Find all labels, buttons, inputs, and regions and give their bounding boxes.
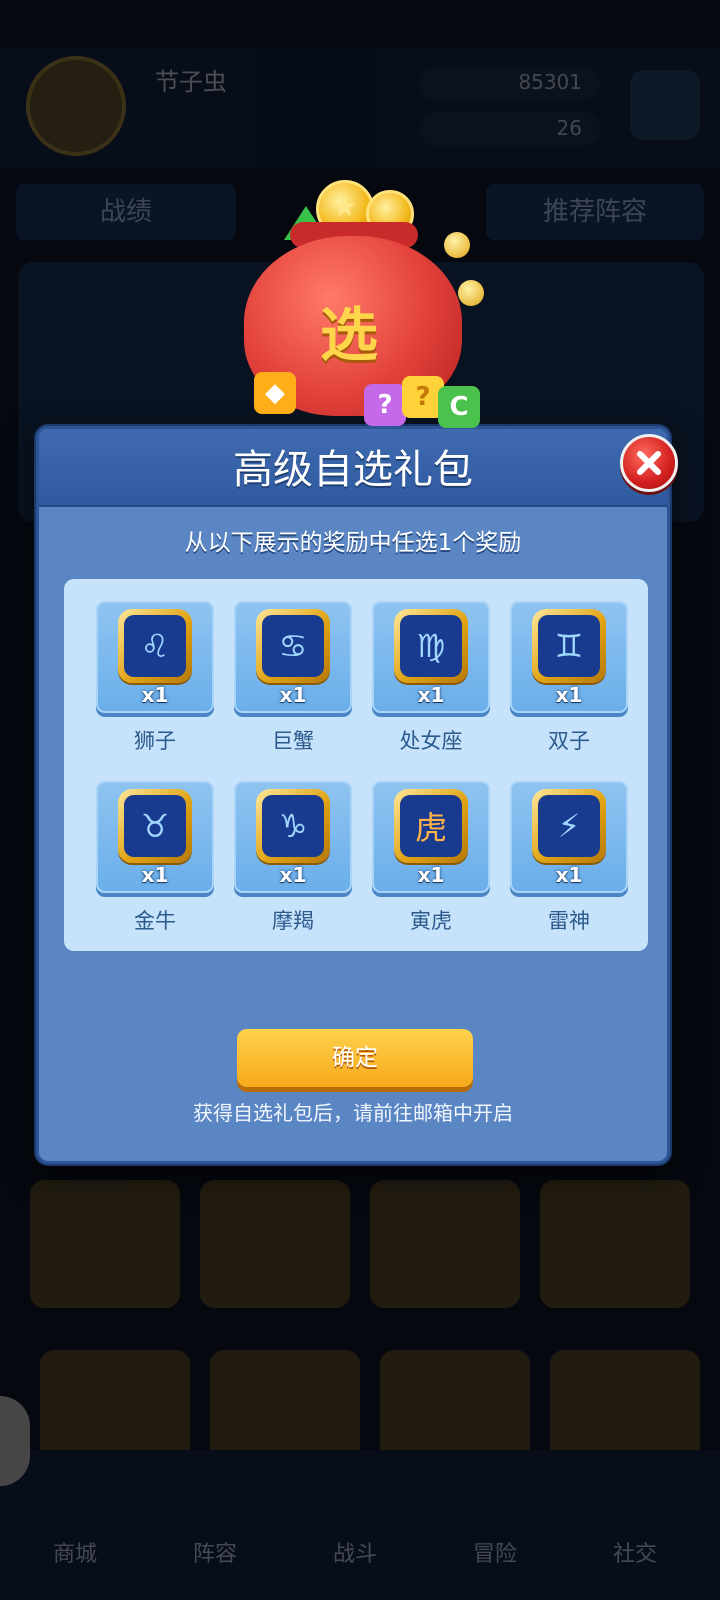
card	[200, 1180, 350, 1308]
currency-value: 26	[556, 116, 582, 140]
reward-item-thor[interactable]: ⚡ x1 雷神	[510, 781, 628, 935]
dialog-title: 高级自选礼包	[233, 447, 473, 493]
nav-item-adventure: 冒险	[472, 1542, 517, 1567]
reward-name: 雷神	[548, 909, 590, 933]
reward-item-crab[interactable]: ♋ x1 巨蟹	[234, 601, 352, 755]
reward-item-capricorn[interactable]: ♑ x1 摩羯	[234, 781, 352, 935]
currency-pill-gem: 26	[420, 112, 600, 146]
reward-qty: x1	[417, 683, 445, 707]
mystery-cube-icon: ?	[364, 384, 406, 426]
nav-item-lineup: 阵容	[192, 1542, 237, 1567]
reward-qty: x1	[555, 863, 583, 887]
reward-tile: ♑ x1	[234, 781, 352, 893]
close-icon	[637, 451, 661, 475]
tab-recommended: 推荐阵容	[486, 184, 704, 240]
confirm-button[interactable]: 确定	[237, 1029, 473, 1087]
reward-name: 处女座	[399, 729, 463, 753]
gift-bag-illustration: ★ 选 ◆ ? ? C	[226, 176, 496, 436]
reward-qty: x1	[279, 683, 307, 707]
star-icon: ★	[332, 190, 358, 223]
player-name: 节子虫	[155, 68, 227, 96]
nav-item-social: 社交	[612, 1542, 657, 1567]
bag-label: 选	[319, 301, 378, 369]
reward-grid: ♌ x1 狮子 ♋ x1 巨蟹 ♍ x1 处女座 ♊ x1 双子 ♉ x1 金牛…	[64, 579, 648, 951]
reward-tile: ⚡ x1	[510, 781, 628, 893]
reward-name: 双子	[548, 729, 590, 753]
reward-tile: ♌ x1	[96, 601, 214, 713]
reward-item-tiger[interactable]: 虎 x1 寅虎	[372, 781, 490, 935]
crab-zodiac-icon: ♋	[256, 609, 330, 683]
thunder-hammer-icon: ⚡	[532, 789, 606, 863]
reward-name: 摩羯	[272, 909, 314, 933]
reward-qty: x1	[141, 863, 169, 887]
tassel-ball-icon	[458, 280, 484, 306]
reward-tile: ♋ x1	[234, 601, 352, 713]
nav-item-shop: 商城	[52, 1542, 97, 1567]
tassel-ball-icon	[444, 232, 470, 258]
reward-name: 巨蟹	[272, 729, 314, 753]
green-gem-icon: C	[438, 386, 480, 428]
reward-qty: x1	[141, 683, 169, 707]
close-button[interactable]	[620, 434, 678, 492]
reward-qty: x1	[555, 683, 583, 707]
nav-item-battle: 战斗	[332, 1542, 377, 1567]
card	[370, 1180, 520, 1308]
reward-tile: 虎 x1	[372, 781, 490, 893]
gear-icon	[630, 70, 700, 140]
reward-tile: ♊ x1	[510, 601, 628, 713]
reward-qty: x1	[417, 863, 445, 887]
gemini-zodiac-icon: ♊	[532, 609, 606, 683]
dialog-header: 高级自选礼包	[39, 429, 667, 507]
reward-item-gemini[interactable]: ♊ x1 双子	[510, 601, 628, 755]
reward-name: 狮子	[134, 729, 176, 753]
capricorn-zodiac-icon: ♑	[256, 789, 330, 863]
dialog-subtitle: 从以下展示的奖励中任选1个奖励	[184, 530, 522, 556]
gift-pack-dialog: 高级自选礼包 从以下展示的奖励中任选1个奖励 ♌ x1 狮子 ♋ x1 巨蟹 ♍…	[36, 426, 670, 1164]
reward-item-lion[interactable]: ♌ x1 狮子	[96, 601, 214, 755]
taurus-zodiac-icon: ♉	[118, 789, 192, 863]
reward-item-virgo[interactable]: ♍ x1 处女座	[372, 601, 490, 755]
tab-record: 战绩	[16, 184, 236, 240]
reward-name: 金牛	[134, 909, 176, 933]
reward-qty: x1	[279, 863, 307, 887]
currency-value: 85301	[518, 70, 582, 94]
card	[540, 1180, 690, 1308]
lion-zodiac-icon: ♌	[118, 609, 192, 683]
mailbox-hint: 获得自选礼包后，请前往邮箱中开启	[193, 1101, 513, 1125]
tiger-icon: 虎	[394, 789, 468, 863]
reward-tile: ♍ x1	[372, 601, 490, 713]
reward-tile: ♉ x1	[96, 781, 214, 893]
reward-name: 寅虎	[410, 909, 452, 933]
bottom-nav: 商城 阵容 战斗 冒险 社交	[0, 1450, 720, 1600]
card	[30, 1180, 180, 1308]
currency-pill-gold: 85301	[420, 66, 600, 100]
reward-item-taurus[interactable]: ♉ x1 金牛	[96, 781, 214, 935]
orange-gem-icon: ◆	[254, 372, 296, 414]
virgo-zodiac-icon: ♍	[394, 609, 468, 683]
avatar	[26, 56, 126, 156]
